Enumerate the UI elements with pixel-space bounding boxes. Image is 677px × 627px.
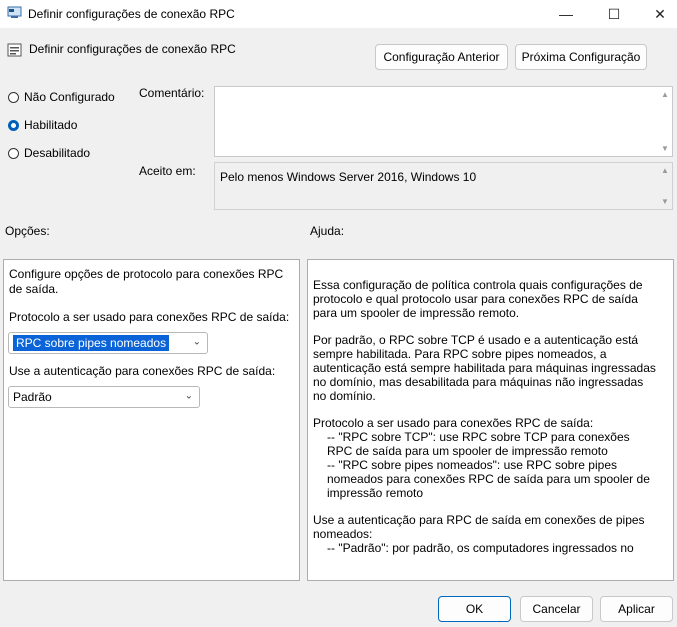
radio-indicator[interactable] (8, 119, 19, 131)
help-line: -- "RPC sobre pipes nomeados": use RPC s… (327, 458, 650, 500)
supported-on-value: Pelo menos Windows Server 2016, Windows … (220, 170, 477, 184)
auth-label: Use a autenticação para conexões RPC de … (9, 364, 276, 378)
chevron-down-icon: ⌄ (192, 336, 201, 348)
auth-selected-value: Padrão (13, 390, 52, 404)
help-paragraph: Use a autenticação para RPC de saída em … (313, 513, 658, 555)
help-text: Essa configuração de política controla q… (313, 278, 658, 568)
options-description: Configure opções de protocolo para conex… (9, 267, 284, 296)
apply-button[interactable]: Aplicar (600, 596, 673, 622)
radio-label: Desabilitado (24, 146, 91, 160)
minimize-button[interactable]: — (544, 0, 588, 28)
window-title: Definir configurações de conexão RPC (28, 7, 235, 21)
protocol-dropdown[interactable]: RPC sobre pipes nomeados ⌄ (8, 332, 208, 354)
scroll-down-icon[interactable]: ▼ (661, 144, 669, 153)
protocol-selected-value: RPC sobre pipes nomeados (13, 335, 170, 351)
radio-indicator[interactable] (8, 147, 19, 159)
supported-on-field: Pelo menos Windows Server 2016, Windows … (214, 162, 673, 210)
title-bar: Definir configurações de conexão RPC — ☐… (0, 0, 677, 28)
help-panel[interactable]: Essa configuração de política controla q… (307, 259, 674, 581)
options-label: Opções: (5, 224, 50, 238)
policy-title: Definir configurações de conexão RPC (29, 42, 236, 56)
ok-button[interactable]: OK (438, 596, 511, 622)
comment-field[interactable]: ▲ ▼ (214, 86, 673, 157)
app-icon (7, 6, 23, 20)
help-paragraph: Protocolo a ser usado para conexões RPC … (313, 416, 658, 500)
help-label: Ajuda: (310, 224, 345, 238)
comment-label: Comentário: (139, 86, 205, 100)
supported-scrollbar[interactable]: ▲ ▼ (658, 163, 672, 209)
maximize-button[interactable]: ☐ (592, 0, 636, 28)
next-setting-button[interactable]: Próxima Configuração (515, 44, 647, 70)
policy-icon (7, 42, 23, 58)
options-panel: Configure opções de protocolo para conex… (3, 259, 300, 581)
cancel-button[interactable]: Cancelar (520, 596, 593, 622)
previous-setting-button[interactable]: Configuração Anterior (375, 44, 508, 70)
scroll-down-icon[interactable]: ▼ (661, 197, 669, 206)
radio-label: Não Configurado (24, 90, 115, 104)
radio-label: Habilitado (24, 118, 78, 132)
radio-disabled[interactable]: Desabilitado (8, 146, 90, 160)
help-line: -- "Padrão": por padrão, os computadores… (327, 541, 634, 555)
help-line: Protocolo a ser usado para conexões RPC … (313, 416, 594, 430)
close-button[interactable]: ✕ (638, 0, 677, 28)
protocol-label: Protocolo a ser usado para conexões RPC … (9, 310, 290, 324)
scroll-up-icon[interactable]: ▲ (661, 166, 669, 175)
chevron-down-icon: ⌄ (184, 390, 193, 402)
close-icon: ✕ (654, 5, 666, 22)
supported-on-label: Aceito em: (139, 164, 196, 178)
help-line: -- "RPC sobre TCP": use RPC sobre TCP pa… (327, 430, 630, 458)
scroll-up-icon[interactable]: ▲ (661, 90, 669, 99)
maximize-icon: ☐ (607, 5, 621, 22)
auth-dropdown[interactable]: Padrão ⌄ (8, 386, 200, 408)
minimize-icon: — (559, 6, 573, 22)
radio-indicator[interactable] (8, 91, 19, 103)
radio-enabled[interactable]: Habilitado (8, 118, 77, 132)
radio-not-configured[interactable]: Não Configurado (8, 90, 115, 104)
help-line: Use a autenticação para RPC de saída em … (313, 513, 645, 541)
comment-scrollbar[interactable]: ▲ ▼ (658, 87, 672, 156)
help-paragraph: Por padrão, o RPC sobre TCP é usado e a … (313, 333, 656, 403)
help-paragraph: Essa configuração de política controla q… (313, 278, 643, 320)
